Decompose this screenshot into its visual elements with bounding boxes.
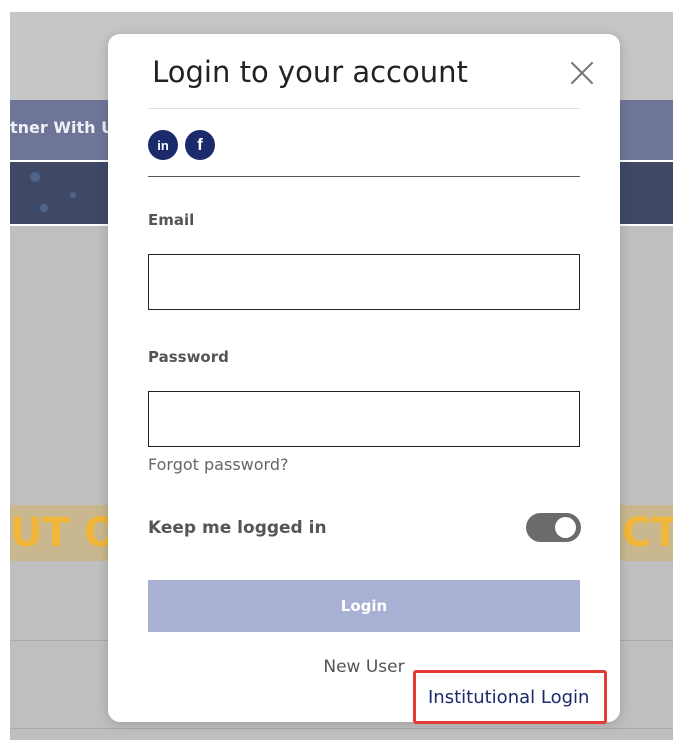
- hero-decoration: [40, 204, 48, 212]
- hero-decoration: [70, 192, 76, 198]
- background-banner-text-left: UT O: [10, 510, 118, 556]
- background-nav-text: tner With U: [10, 118, 115, 137]
- close-icon[interactable]: [569, 60, 595, 86]
- background-banner-text-right: CT: [622, 510, 673, 556]
- keep-logged-in-label: Keep me logged in: [148, 518, 327, 538]
- hero-decoration: [30, 172, 40, 182]
- institutional-login-link[interactable]: Institutional Login: [428, 687, 589, 708]
- password-label: Password: [148, 348, 229, 366]
- forgot-password-link[interactable]: Forgot password?: [148, 455, 288, 474]
- modal-title: Login to your account: [152, 55, 468, 89]
- facebook-icon[interactable]: f: [185, 130, 215, 160]
- email-field[interactable]: [148, 254, 580, 310]
- toggle-knob: [555, 517, 576, 538]
- email-label: Email: [148, 211, 195, 229]
- keep-logged-in-toggle[interactable]: [526, 513, 581, 542]
- linkedin-icon[interactable]: in: [148, 130, 178, 160]
- password-field[interactable]: [148, 391, 580, 447]
- social-divider: [148, 176, 580, 177]
- title-divider: [148, 108, 580, 109]
- background-divider: [10, 728, 673, 729]
- login-button[interactable]: Login: [148, 580, 580, 632]
